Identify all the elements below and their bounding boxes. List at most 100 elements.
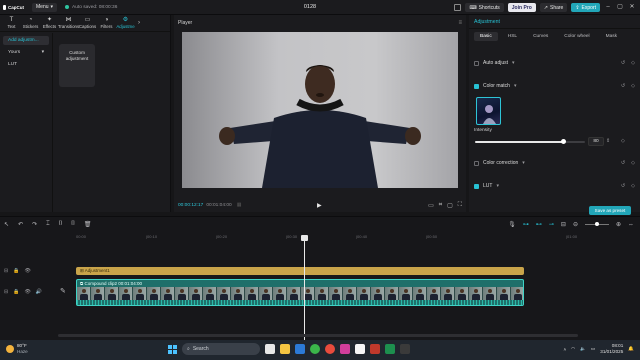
time-ruler[interactable]: 00:00 |00:10 |00:20 |00:30 |00:40 |00:50… xyxy=(76,234,636,242)
ratio-icon[interactable]: ▢ xyxy=(447,202,453,209)
split-left-icon[interactable]: ⌷ xyxy=(59,221,63,228)
reset-icon[interactable]: ↺ xyxy=(621,160,625,166)
mute-icon[interactable]: 🔊 xyxy=(36,289,42,295)
layout-icon[interactable] xyxy=(454,4,462,11)
more-tabs-chevron-icon[interactable]: › xyxy=(135,15,143,31)
tab-filters[interactable]: ◑ Filters xyxy=(97,15,116,31)
zoom-out-icon[interactable]: ⊖ xyxy=(573,221,578,228)
intensity-handle[interactable] xyxy=(560,139,566,144)
share-button[interactable]: ↗ Share xyxy=(539,3,568,12)
color-correction-checkbox[interactable] xyxy=(474,160,479,166)
eye-icon[interactable]: 👁 xyxy=(24,289,30,295)
adjustment-clip[interactable]: ⊞ Adjustment1 xyxy=(76,267,524,275)
cover-edit-icon[interactable]: ✎ xyxy=(60,287,66,295)
video-preview[interactable] xyxy=(182,32,458,188)
tab-transitions[interactable]: ⋈ Transitions xyxy=(58,15,79,31)
app-icon[interactable] xyxy=(340,344,350,354)
microphone-icon[interactable]: 🎙 xyxy=(508,221,516,228)
file-explorer-icon[interactable] xyxy=(280,344,290,354)
aspect-ratio-icon[interactable]: ▭ xyxy=(428,202,434,209)
lock-icon[interactable]: 🔒 xyxy=(13,289,19,295)
fullscreen-icon[interactable]: ⛶ xyxy=(458,202,462,209)
wifi-icon[interactable]: ◠ xyxy=(571,346,575,352)
reset-icon[interactable]: ↺ xyxy=(621,83,625,89)
join-pro-button[interactable]: Join Pro xyxy=(507,3,536,12)
custom-adjustment-card[interactable]: Custom adjustment xyxy=(59,44,95,87)
redo-icon[interactable]: ↷ xyxy=(32,221,37,228)
color-match-reference-thumbnail[interactable] xyxy=(476,97,501,125)
keyframe-icon[interactable]: ◇ xyxy=(631,183,635,189)
intensity-slider[interactable] xyxy=(475,139,585,144)
delete-icon[interactable]: 🗑 xyxy=(84,221,92,228)
keyframe-icon[interactable]: ◇ xyxy=(631,60,635,66)
reset-icon[interactable]: ↺ xyxy=(621,183,625,189)
chevron-up-icon[interactable]: ˄ xyxy=(563,347,566,352)
capcut-taskbar-icon[interactable] xyxy=(355,344,365,354)
tab-captions[interactable]: ▭ Captions xyxy=(78,15,97,31)
playhead-handle[interactable] xyxy=(301,235,308,241)
tab-text[interactable]: T Text xyxy=(2,15,21,31)
tab-basic[interactable]: Basic xyxy=(474,31,498,41)
save-as-preset-button[interactable]: Save as preset xyxy=(589,206,631,215)
maximize-icon[interactable]: ▢ xyxy=(616,3,624,12)
keyframe-icon[interactable]: ◇ xyxy=(631,83,635,89)
auto-adjust-checkbox[interactable] xyxy=(474,60,479,66)
edge-icon[interactable] xyxy=(310,344,320,354)
split-right-icon[interactable]: ⌷ xyxy=(71,221,75,228)
taskbar-search[interactable]: ⌕ Search xyxy=(182,343,260,355)
zoom-in-icon[interactable]: ⊕ xyxy=(616,221,621,228)
split-icon[interactable]: ⌶ xyxy=(46,221,50,228)
timeline-fit-icon[interactable]: ▦ xyxy=(237,203,242,208)
crop-icon[interactable]: ⌗ xyxy=(439,202,442,209)
lut-item[interactable]: LUT xyxy=(3,60,49,69)
add-adjustment-item[interactable]: Add adjustm... xyxy=(3,36,49,45)
intensity-value-input[interactable]: 80 xyxy=(588,137,604,146)
task-view-icon[interactable] xyxy=(265,344,275,354)
tab-hsl[interactable]: HSL xyxy=(502,32,523,41)
zoom-handle[interactable] xyxy=(594,222,599,226)
tab-color-wheel[interactable]: Color wheel xyxy=(558,32,595,41)
clock[interactable]: 08:01 31/01/2025 xyxy=(600,343,623,355)
app-icon[interactable] xyxy=(370,344,380,354)
menu-button[interactable]: Menu ▾ xyxy=(32,2,58,12)
yours-item[interactable]: Yours ▾ xyxy=(3,48,49,57)
color-match-checkbox[interactable] xyxy=(474,83,479,89)
eye-icon[interactable]: 👁 xyxy=(24,268,30,274)
play-button[interactable]: ▶ xyxy=(317,202,322,209)
volume-icon[interactable]: 🔈 xyxy=(580,346,586,352)
fit-timeline-icon[interactable]: ⇔ xyxy=(628,222,634,228)
select-tool-icon[interactable]: ↖ xyxy=(4,221,9,228)
minimize-icon[interactable]: – xyxy=(604,3,612,12)
player-menu-icon[interactable]: ≡ xyxy=(458,20,462,26)
weather-widget[interactable]: 80°F Haze xyxy=(6,343,28,355)
app-icon[interactable] xyxy=(400,344,410,354)
notification-icon[interactable]: 🔔 xyxy=(628,346,634,352)
excel-icon[interactable] xyxy=(385,344,395,354)
close-icon[interactable]: ✕ xyxy=(628,3,636,12)
tab-effects[interactable]: ✦ Effects xyxy=(40,15,59,31)
lut-checkbox[interactable] xyxy=(474,183,479,189)
linkage-icon[interactable]: ⊸ xyxy=(549,221,554,228)
preview-axis-icon[interactable]: ⊟ xyxy=(561,221,566,228)
tab-curves[interactable]: Curves xyxy=(527,32,554,41)
lock-icon[interactable]: 🔒 xyxy=(13,268,19,274)
video-clip[interactable]: ⧉ Compound clip2 00:01:04:00 xyxy=(76,279,524,306)
reset-icon[interactable]: ↺ xyxy=(621,60,625,66)
undo-icon[interactable]: ↶ xyxy=(18,221,23,228)
chrome-icon[interactable] xyxy=(325,344,335,354)
windows-start-icon[interactable] xyxy=(168,344,177,354)
tab-mask[interactable]: Mask xyxy=(600,32,623,41)
timeline-scrollbar[interactable] xyxy=(58,334,578,337)
keyframe-icon[interactable]: ◇ xyxy=(631,160,635,166)
mail-icon[interactable] xyxy=(295,344,305,354)
export-button[interactable]: ⇪ Export xyxy=(571,3,600,12)
playhead[interactable] xyxy=(304,235,305,341)
battery-icon[interactable]: ▭ xyxy=(591,346,595,352)
keyframe-icon[interactable]: ◇ xyxy=(621,138,625,144)
link-main-track-icon[interactable]: ⊶ xyxy=(523,221,529,228)
shortcuts-button[interactable]: ⌨ Shortcuts xyxy=(465,3,504,12)
tab-stickers[interactable]: ◔ Stickers xyxy=(21,15,40,31)
magnet-icon[interactable]: ⊷ xyxy=(536,221,542,228)
tab-adjustment[interactable]: ⚙ Adjustme xyxy=(116,15,135,31)
intensity-stepper-icon[interactable]: ⇕ xyxy=(606,138,610,144)
